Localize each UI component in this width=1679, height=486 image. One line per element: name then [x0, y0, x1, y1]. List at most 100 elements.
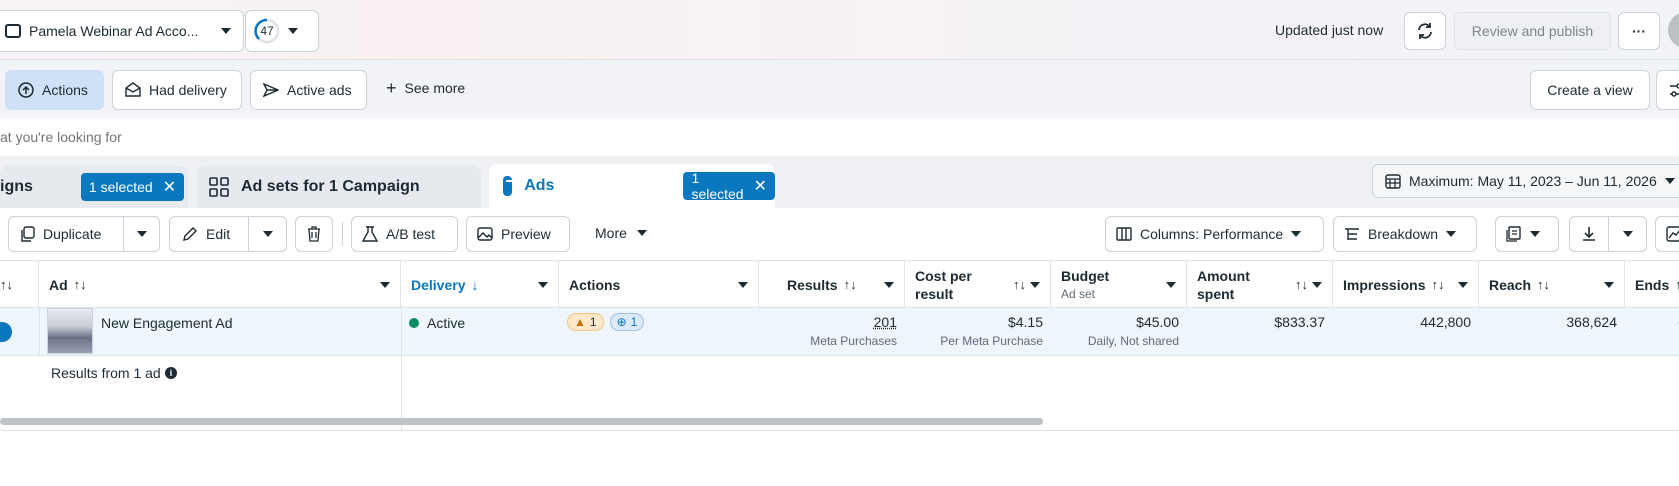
column-header-budget[interactable]: Budget Ad set	[1051, 261, 1187, 308]
chevron-down-icon[interactable]	[1030, 282, 1040, 288]
delete-button[interactable]	[295, 216, 333, 252]
refresh-icon	[1416, 22, 1434, 40]
account-name: Pamela Webinar Ad Acco...	[29, 23, 213, 39]
column-header-amount-spent[interactable]: Amount spent ↑↓	[1187, 261, 1333, 308]
chevron-down-icon	[1530, 231, 1540, 237]
ends-value: O	[1633, 314, 1679, 330]
level-tabs: igns 1 selected ✕ Ad sets for 1 Campaign…	[0, 156, 1679, 208]
chevron-down-icon	[1623, 231, 1633, 237]
see-more-label: See more	[405, 80, 466, 96]
budget-cell: $45.00 Daily, Not shared	[1051, 308, 1187, 355]
close-icon[interactable]: ✕	[163, 177, 176, 197]
account-selector[interactable]: Pamela Webinar Ad Acco...	[0, 10, 244, 52]
refresh-button[interactable]	[1404, 12, 1446, 50]
column-header-sort-partial[interactable]: ↑↓	[0, 261, 39, 308]
chevron-down-icon[interactable]	[380, 282, 390, 288]
create-view-button[interactable]: Create a view	[1530, 70, 1650, 110]
tab-campaigns[interactable]: igns 1 selected ✕	[0, 166, 188, 208]
date-range-label: Maximum: May 11, 2023 – Jun 11, 2026	[1409, 173, 1657, 189]
campaigns-selected-pill[interactable]: 1 selected ✕	[81, 173, 184, 201]
cost-per-result-cell: $4.15 Per Meta Purchase	[905, 308, 1051, 355]
chevron-down-icon[interactable]	[1312, 282, 1322, 288]
column-header-actions[interactable]: Actions	[559, 261, 759, 308]
settings-sliders-button[interactable]	[1656, 70, 1679, 110]
search-input[interactable]	[0, 126, 600, 148]
column-header-cost-per-result[interactable]: Cost per result ↑↓	[905, 261, 1051, 308]
mail-icon	[125, 82, 141, 98]
reports-button[interactable]	[1495, 216, 1559, 252]
column-header-impressions[interactable]: Impressions ↑↓	[1333, 261, 1479, 308]
sort-icon: ↑↓	[1295, 276, 1308, 294]
reports-icon	[1506, 226, 1522, 242]
chevron-down-icon[interactable]	[1166, 282, 1176, 288]
notifications-button[interactable]: 47	[245, 10, 319, 52]
close-icon[interactable]: ✕	[754, 176, 767, 196]
column-header-delivery[interactable]: Delivery ↓	[401, 261, 559, 308]
ad-name-link[interactable]: New Engagement Ad	[101, 315, 233, 331]
notification-count: 47	[254, 24, 280, 38]
impressions-cell: 442,800	[1333, 308, 1479, 355]
pencil-icon	[182, 226, 198, 242]
breakdown-icon	[1344, 226, 1360, 242]
edit-button[interactable]: Edit	[170, 217, 242, 251]
export-button[interactable]	[1570, 217, 1608, 251]
duplicate-dropdown[interactable]	[124, 217, 160, 251]
see-more-button[interactable]: + See more	[386, 80, 465, 96]
info-icon[interactable]: i	[165, 367, 177, 379]
column-amount-spent-label-2: spent	[1197, 285, 1234, 303]
action-badge[interactable]: ⊕ 1	[610, 313, 645, 331]
edit-dropdown[interactable]	[249, 217, 287, 251]
ad-toggle[interactable]	[0, 322, 12, 342]
chevron-down-icon[interactable]	[1458, 282, 1468, 288]
column-ends-label: Ends	[1635, 277, 1669, 293]
flask-icon	[362, 226, 378, 242]
tab-adsets-label: Ad sets for 1 Campaign	[241, 178, 420, 196]
summary-text: Results from 1 ad	[51, 365, 161, 381]
more-actions-label: More	[595, 225, 627, 241]
tab-campaigns-label: igns	[0, 178, 33, 196]
duplicate-icon	[21, 226, 35, 242]
ab-test-button[interactable]: A/B test	[351, 216, 458, 252]
column-header-reach[interactable]: Reach ↑↓	[1479, 261, 1625, 308]
chevron-down-icon[interactable]	[738, 282, 748, 288]
sort-icon: ↑↓	[844, 277, 857, 292]
horizontal-scrollbar[interactable]	[0, 418, 1043, 425]
ad-thumbnail[interactable]	[47, 308, 93, 354]
ads-selected-pill[interactable]: 1 selected ✕	[683, 172, 775, 200]
chevron-down-icon	[221, 28, 231, 34]
columns-button[interactable]: Columns: Performance	[1105, 216, 1324, 252]
tab-adsets[interactable]: Ad sets for 1 Campaign	[197, 166, 481, 208]
review-publish-button[interactable]: Review and publish	[1454, 12, 1611, 50]
date-range-picker[interactable]: Maximum: May 11, 2023 – Jun 11, 2026	[1372, 164, 1679, 198]
duplicate-button[interactable]: Duplicate	[9, 217, 113, 251]
chevron-down-icon[interactable]	[538, 282, 548, 288]
budget-value: $45.00	[1059, 314, 1179, 330]
summary-row: Results from 1 ad i	[0, 356, 1679, 431]
column-header-results[interactable]: Results ↑↓	[759, 261, 905, 308]
filter-had-delivery[interactable]: Had delivery	[112, 70, 242, 110]
download-icon	[1582, 226, 1596, 242]
preview-button[interactable]: Preview	[466, 216, 570, 252]
more-options-button[interactable]: ···	[1618, 12, 1660, 50]
results-value[interactable]: 201	[767, 314, 897, 330]
charts-button[interactable]	[1655, 216, 1679, 252]
ab-test-label: A/B test	[386, 226, 435, 242]
breakdown-button[interactable]: Breakdown	[1333, 216, 1477, 252]
chevron-down-icon	[1446, 231, 1456, 237]
filter-active-ads[interactable]: Active ads	[250, 70, 367, 110]
column-budget-label: Budget	[1061, 267, 1109, 285]
column-header-ad[interactable]: Ad ↑↓	[39, 261, 401, 308]
column-header-ends[interactable]: Ends ↑↓	[1625, 261, 1679, 308]
calendar-icon	[1385, 173, 1401, 189]
table-row[interactable]: New Engagement Ad Active ▲ 1 ⊕ 1 201 Met…	[0, 308, 1679, 356]
tab-ads[interactable]: Ads 1 selected ✕	[489, 164, 775, 208]
chevron-down-icon[interactable]	[884, 282, 894, 288]
ends-cell: O	[1625, 308, 1679, 355]
avatar[interactable]	[1668, 12, 1679, 48]
budget-sub: Daily, Not shared	[1059, 334, 1179, 348]
filter-actions[interactable]: Actions	[5, 70, 104, 110]
warning-badge[interactable]: ▲ 1	[567, 313, 604, 331]
chevron-down-icon[interactable]	[1604, 282, 1614, 288]
more-actions-button[interactable]: More	[595, 225, 647, 241]
export-dropdown[interactable]	[1609, 217, 1647, 251]
